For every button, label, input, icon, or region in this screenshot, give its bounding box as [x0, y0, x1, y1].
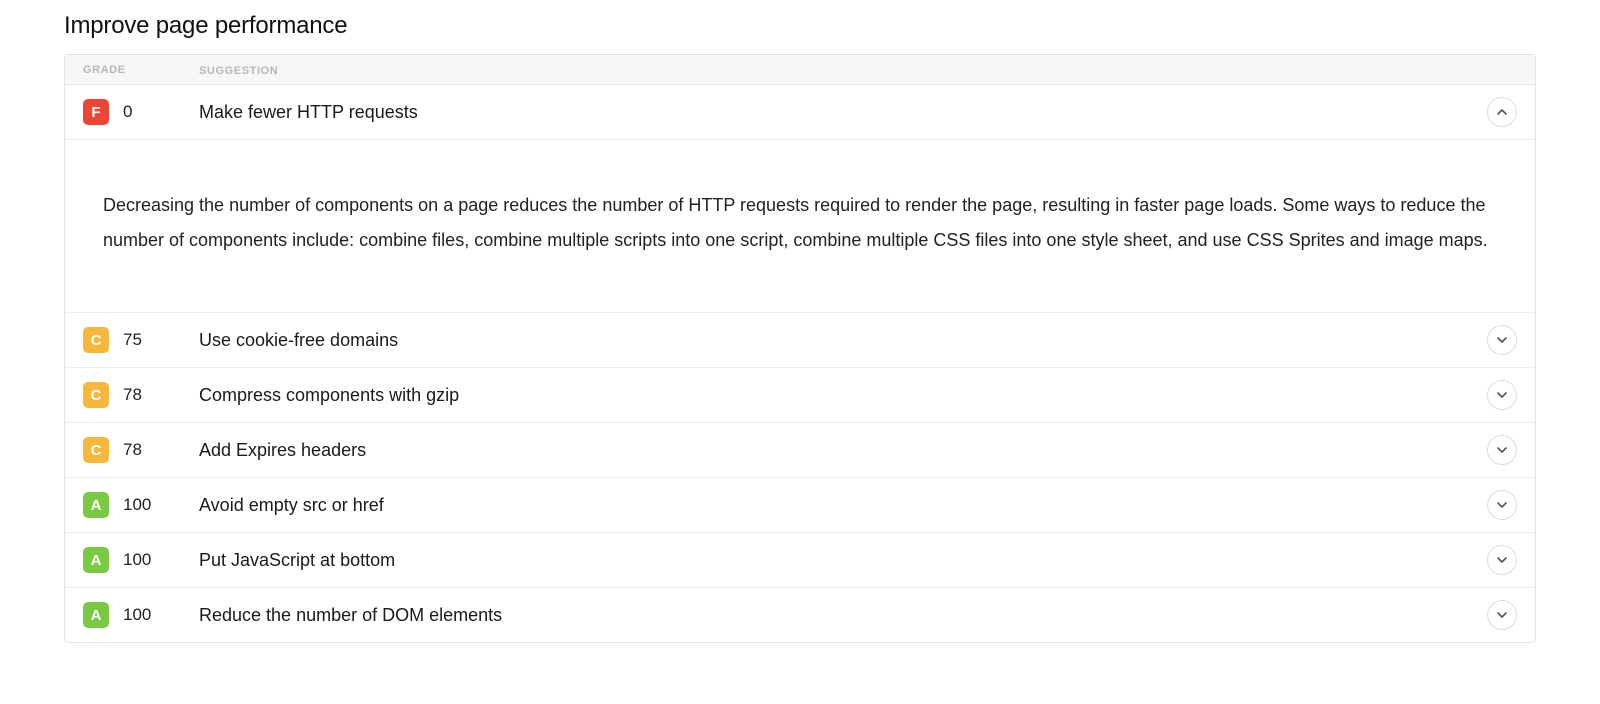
grade-cell: A 100 — [83, 602, 199, 628]
grade-score: 78 — [123, 440, 142, 460]
grade-badge: C — [83, 437, 109, 463]
table-row[interactable]: C 78 Add Expires headers — [65, 423, 1535, 478]
chevron-down-icon — [1496, 554, 1508, 566]
grade-cell: C 75 — [83, 327, 199, 353]
suggestion-text: Avoid empty src or href — [199, 495, 1487, 516]
grade-badge: A — [83, 602, 109, 628]
chevron-up-icon — [1496, 106, 1508, 118]
toggle-button[interactable] — [1487, 600, 1517, 630]
toggle-button[interactable] — [1487, 490, 1517, 520]
grade-score: 100 — [123, 605, 151, 625]
suggestion-text: Reduce the number of DOM elements — [199, 605, 1487, 626]
suggestion-text: Use cookie-free domains — [199, 330, 1487, 351]
toggle-button[interactable] — [1487, 435, 1517, 465]
chevron-down-icon — [1496, 444, 1508, 456]
grade-cell: A 100 — [83, 492, 199, 518]
table-row[interactable]: A 100 Put JavaScript at bottom — [65, 533, 1535, 588]
table-row[interactable]: A 100 Reduce the number of DOM elements — [65, 588, 1535, 642]
chevron-down-icon — [1496, 499, 1508, 511]
chevron-down-icon — [1496, 334, 1508, 346]
suggestion-text: Compress components with gzip — [199, 385, 1487, 406]
grade-badge: C — [83, 382, 109, 408]
toggle-button[interactable] — [1487, 545, 1517, 575]
suggestion-text: Add Expires headers — [199, 440, 1487, 461]
grade-badge: F — [83, 99, 109, 125]
toggle-button[interactable] — [1487, 97, 1517, 127]
page-title: Improve page performance — [64, 12, 1536, 40]
performance-panel: GRADE SUGGESTION F 0 Make fewer HTTP req… — [64, 54, 1536, 643]
grade-cell: A 100 — [83, 547, 199, 573]
toggle-button[interactable] — [1487, 325, 1517, 355]
table-row[interactable]: C 75 Use cookie-free domains — [65, 313, 1535, 368]
grade-cell: C 78 — [83, 437, 199, 463]
grade-header: GRADE — [83, 64, 126, 76]
table-row[interactable]: C 78 Compress components with gzip — [65, 368, 1535, 423]
toggle-button[interactable] — [1487, 380, 1517, 410]
table-row[interactable]: A 100 Avoid empty src or href — [65, 478, 1535, 533]
table-header: GRADE SUGGESTION — [65, 55, 1535, 85]
detail-panel: Decreasing the number of components on a… — [65, 140, 1535, 313]
grade-score: 100 — [123, 495, 151, 515]
grade-score: 75 — [123, 330, 142, 350]
suggestion-text: Put JavaScript at bottom — [199, 550, 1487, 571]
chevron-down-icon — [1496, 389, 1508, 401]
suggestion-text: Make fewer HTTP requests — [199, 102, 1487, 123]
grade-cell: C 78 — [83, 382, 199, 408]
table-row[interactable]: F 0 Make fewer HTTP requests — [65, 85, 1535, 140]
grade-badge: A — [83, 492, 109, 518]
grade-cell: F 0 — [83, 99, 199, 125]
detail-text: Decreasing the number of components on a… — [103, 195, 1488, 250]
grade-score: 0 — [123, 102, 132, 122]
grade-badge: A — [83, 547, 109, 573]
grade-badge: C — [83, 327, 109, 353]
grade-score: 100 — [123, 550, 151, 570]
chevron-down-icon — [1496, 609, 1508, 621]
suggestion-header: SUGGESTION — [199, 65, 278, 77]
grade-score: 78 — [123, 385, 142, 405]
